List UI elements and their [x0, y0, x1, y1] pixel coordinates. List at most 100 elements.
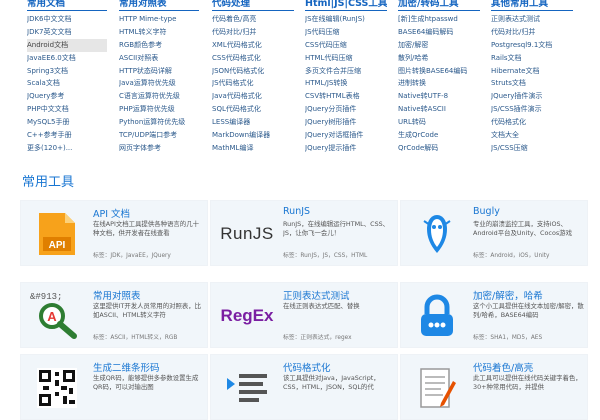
directory-link[interactable]: 代码对比/归并	[491, 26, 573, 39]
directory-link[interactable]: SQL代码格式化	[212, 103, 294, 116]
directory-link[interactable]: JS代码格式化	[212, 77, 294, 90]
directory-link[interactable]: 散列/哈希	[398, 52, 480, 65]
directory-link[interactable]: MySQL5手册	[27, 116, 107, 129]
tool-name-link[interactable]: 生成二维条形码	[93, 360, 160, 374]
directory-link[interactable]: 代码对比/归并	[212, 26, 294, 39]
directory-link[interactable]: Scala文档	[27, 77, 107, 90]
directory-link[interactable]: BASE64编码解码	[398, 26, 480, 39]
directory-link[interactable]: JDK6中文文档	[27, 13, 107, 26]
tool-name-link[interactable]: 代码着色/高亮	[473, 360, 533, 374]
directory-link[interactable]: 多页文件合并压缩	[305, 65, 387, 78]
directory-link[interactable]: JQuery提示插件	[305, 142, 387, 155]
tool-name-link[interactable]: RunJS	[283, 206, 310, 217]
link-column: 其他常用工具 正则表达式测试 代码对比/归并 Postgresql9.1文档 Rails…	[491, 0, 573, 155]
directory-link[interactable]: 生成QrCode	[398, 129, 480, 142]
directory-link[interactable]: Postgresql9.1文档	[491, 39, 573, 52]
column-heading[interactable]: 代码处理	[212, 0, 294, 11]
link-column: 加密/转码工具 [新]生成htpasswd BASE64编码解码 加密/解密 散列/哈希…	[398, 0, 480, 155]
directory-link[interactable]: HTML代码压缩	[305, 52, 387, 65]
directory-link[interactable]: JQuery分页插件	[305, 103, 387, 116]
directory-link[interactable]: JDK7英文文档	[27, 26, 107, 39]
tool-card[interactable]: &#913; A 常用对照表 这里提供IT开发人员常用的对照表，比如ASCII、HTM…	[20, 282, 208, 348]
tool-name-link[interactable]: 常用对照表	[93, 288, 141, 302]
directory-link[interactable]: JS/CSS压缩	[491, 142, 573, 155]
directory-link[interactable]: JS在线编辑(RunJS)	[305, 13, 387, 26]
tool-name-link[interactable]: 正则表达式测试	[283, 288, 350, 302]
directory-link[interactable]: JavaEE6.0文档	[27, 52, 107, 65]
tool-description: 专业的崩溃监控工具，支持iOS、Android平台及Unity、Cocos游戏	[473, 220, 572, 237]
directory-link[interactable]: XML代码格式化	[212, 39, 294, 52]
column-heading[interactable]: 加密/转码工具	[398, 0, 480, 11]
directory-link[interactable]: PHP中文文档	[27, 103, 107, 116]
directory-link[interactable]: Android文档	[27, 38, 107, 52]
tool-card[interactable]: API API 文档 在线API文档工具提供各种语言的几十种文档，供开发者在线查看标…	[20, 200, 208, 266]
tool-name-link[interactable]: API 文档	[93, 206, 130, 220]
tool-card[interactable]: 加密/解密，哈希 这个小工具提供在线文本加密/解密，散列/哈希，BASE64编码标…	[400, 282, 588, 348]
tool-card[interactable]: RunJS RunJS RunJS，在线编辑运行HTML、CSS、JS，让你飞一会儿…	[210, 200, 398, 266]
directory-link[interactable]: CSV转HTML表格	[305, 90, 387, 103]
directory-link[interactable]: Rails文档	[491, 52, 573, 65]
tool-card[interactable]: Bugly 专业的崩溃监控工具，支持iOS、Android平台及Unity、Coc…	[400, 200, 588, 266]
link-list: JS在线编辑(RunJS) JS代码压缩 CSS代码压缩 HTML代码压缩 多页文件合并…	[305, 11, 387, 155]
tool-card[interactable]: RegEx 正则表达式测试 在线正则表达式匹配、替换 标签：正则表达式，regex	[210, 282, 398, 348]
column-heading[interactable]: 常用文档	[27, 0, 107, 11]
directory-link[interactable]: QrCode解码	[398, 142, 480, 155]
directory-link[interactable]: JQuery参考	[27, 90, 107, 103]
directory-link[interactable]: JQuery树形插件	[305, 116, 387, 129]
directory-link[interactable]: TCP/UDP端口参考	[119, 129, 199, 142]
tool-name-link[interactable]: Bugly	[473, 206, 500, 217]
directory-link[interactable]: LESS编译器	[212, 116, 294, 129]
link-list: 正则表达式测试 代码对比/归并 Postgresql9.1文档 Rails文档 Hibe…	[491, 11, 573, 155]
directory-link[interactable]: MarkDown编译器	[212, 129, 294, 142]
directory-link[interactable]: Python运算符优先级	[119, 116, 199, 129]
directory-link[interactable]: MathML编译	[212, 142, 294, 155]
directory-link[interactable]: CSS代码格式化	[212, 52, 294, 65]
directory-link[interactable]: 正则表达式测试	[491, 13, 573, 26]
tool-name-link[interactable]: 加密/解密，哈希	[473, 288, 543, 302]
directory-link[interactable]: URL转码	[398, 116, 480, 129]
tool-name-link[interactable]: 代码格式化	[283, 360, 331, 374]
directory-link[interactable]: 网页字体参考	[119, 142, 199, 155]
directory-link[interactable]: RGB颜色参考	[119, 39, 199, 52]
directory-link[interactable]: Hibernate文档	[491, 65, 573, 78]
directory-link[interactable]: C语言运算符优先级	[119, 90, 199, 103]
directory-link[interactable]: HTML/JS转换	[305, 77, 387, 90]
directory-link[interactable]: 加密/解密	[398, 39, 480, 52]
directory-link[interactable]: Spring3文档	[27, 65, 107, 78]
directory-link[interactable]: PHP运算符优先级	[119, 103, 199, 116]
column-heading[interactable]: 常用对照表	[119, 0, 199, 11]
directory-link[interactable]: JS/CSS插件演示	[491, 103, 573, 116]
directory-link[interactable]: [新]生成htpasswd	[398, 13, 480, 26]
directory-link[interactable]: ASCII对照表	[119, 52, 199, 65]
tool-card[interactable]: 代码着色/高亮 此工具可以提供在线代码关键字着色，30+种常用代码，并提供	[400, 354, 588, 420]
directory-link[interactable]: 更多(120+)...	[27, 142, 107, 155]
directory-link[interactable]: JQuery插件演示	[491, 90, 573, 103]
directory-link[interactable]: JSON代码格式化	[212, 65, 294, 78]
section-title: 常用工具	[22, 175, 75, 190]
directory-link[interactable]: HTTP状态码详解	[119, 65, 199, 78]
directory-link[interactable]: HTML转义字符	[119, 26, 199, 39]
directory-link[interactable]: C++参考手册	[27, 129, 107, 142]
bugly-bird-icon	[411, 209, 463, 259]
regex-logo: RegEx	[221, 291, 274, 341]
tool-card[interactable]: 代码格式化 该工具提供对Java，JavaScript，CSS，HTML，JSON…	[210, 354, 398, 420]
tool-card[interactable]: 生成二维条形码 生成QR码，能够提供多参数设置生成QR码，可以对输出图	[20, 354, 208, 420]
directory-link[interactable]: Java运算符优先级	[119, 77, 199, 90]
directory-link[interactable]: Native转UTF-8	[398, 90, 480, 103]
column-heading[interactable]: 其他常用工具	[491, 0, 573, 11]
directory-link[interactable]: 图片转换BASE64编码	[398, 65, 480, 78]
column-heading[interactable]: Html|JS|CSS工具	[305, 0, 387, 11]
directory-link[interactable]: HTTP Mime-type	[119, 13, 199, 26]
directory-link[interactable]: Native转ASCII	[398, 103, 480, 116]
directory-link[interactable]: 代码着色/高亮	[212, 13, 294, 26]
directory-link[interactable]: 进制转换	[398, 77, 480, 90]
directory-link[interactable]: Java代码格式化	[212, 90, 294, 103]
directory-link[interactable]: JQuery对话框插件	[305, 129, 387, 142]
directory-link[interactable]: JS代码压缩	[305, 26, 387, 39]
directory-link[interactable]: CSS代码压缩	[305, 39, 387, 52]
tool-tags: 标签：SHA1，MD5，AES	[473, 335, 543, 341]
directory-link[interactable]: Struts文档	[491, 77, 573, 90]
directory-link[interactable]: 代码格式化	[491, 116, 573, 129]
document-pen-icon	[411, 363, 463, 413]
directory-link[interactable]: 文档大全	[491, 129, 573, 142]
